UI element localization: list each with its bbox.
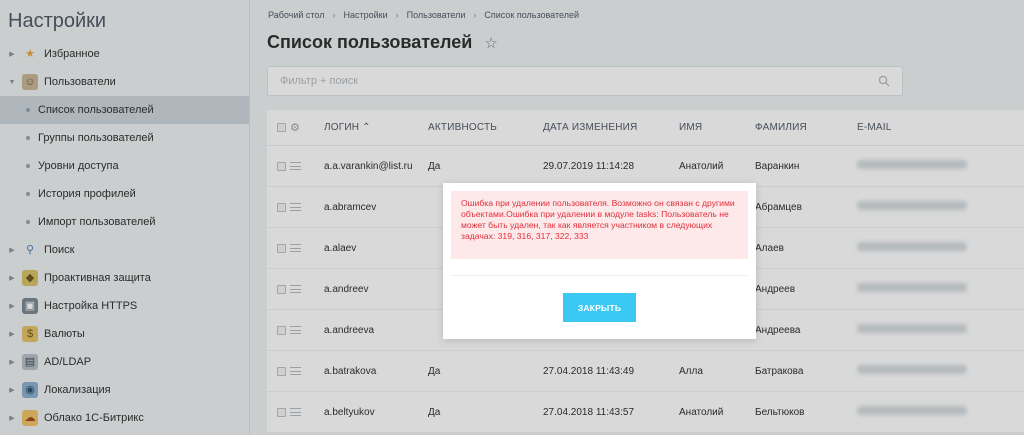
error-dialog: Ошибка при удалении пользователя. Возмож… [443,183,756,339]
close-button[interactable]: ЗАКРЫТЬ [563,293,636,322]
error-message: Ошибка при удалении пользователя. Возмож… [451,191,748,259]
dialog-divider [451,275,748,276]
